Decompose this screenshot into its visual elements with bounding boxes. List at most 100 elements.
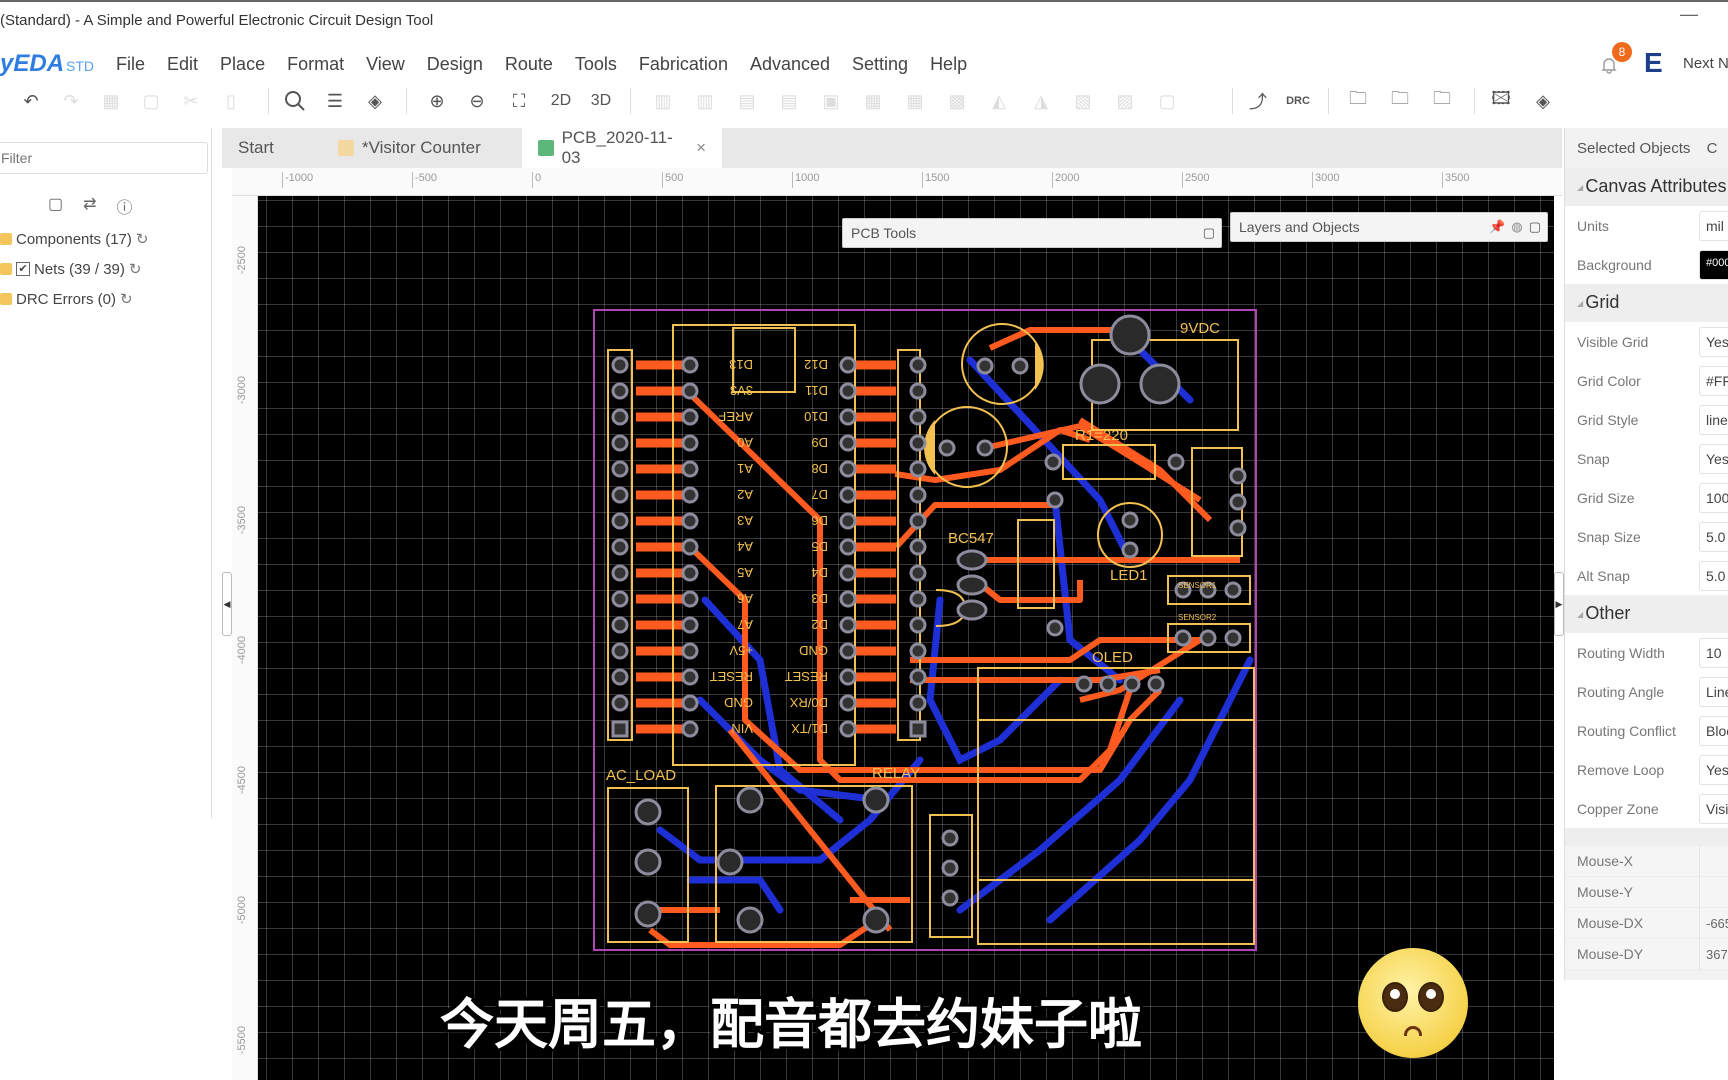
menu-view[interactable]: View — [355, 54, 416, 75]
zoom-out-icon[interactable]: ⊖ — [464, 88, 490, 114]
photo-view-icon[interactable]: 🖾 — [1488, 88, 1514, 114]
nets-tab-icon[interactable]: ⇄ — [83, 194, 96, 218]
tab-selected-objects[interactable]: Selected Objects — [1577, 140, 1690, 157]
menu-setting[interactable]: Setting — [841, 54, 919, 75]
align-center-icon[interactable]: ▣ — [818, 88, 844, 114]
property-value-field[interactable]: 5.0 — [1699, 561, 1728, 591]
property-value-field[interactable]: Block — [1699, 716, 1728, 746]
import-icon[interactable]: 🗀 — [1429, 88, 1455, 114]
header-pad — [909, 512, 927, 530]
refresh-icon[interactable]: ↻ — [120, 290, 133, 308]
property-label: Visible Grid — [1577, 333, 1649, 350]
property-value-field[interactable]: 5.0 — [1699, 522, 1728, 552]
align-grid-icon[interactable]: ▩ — [944, 88, 970, 114]
menu-file[interactable]: File — [105, 54, 156, 75]
nets-checkbox[interactable]: ✔ — [16, 262, 30, 276]
property-value-field[interactable]: Yes — [1699, 327, 1728, 357]
menu-route[interactable]: Route — [494, 54, 564, 75]
layers-panel[interactable]: Layers and Objects 📌 ◍ ▢ — [1230, 212, 1548, 242]
align-bottom-icon[interactable]: ▤ — [776, 88, 802, 114]
tab-start[interactable]: Start — [222, 128, 290, 168]
tab-pcb[interactable]: PCB_2020-11-03 × — [522, 128, 722, 168]
property-value-field[interactable]: 100 — [1699, 483, 1728, 513]
property-value-field[interactable]: Yes — [1699, 444, 1728, 474]
search-icon[interactable] — [282, 88, 308, 114]
refresh-icon[interactable]: ↻ — [136, 230, 149, 248]
property-value-field[interactable]: #FFFFFF — [1699, 366, 1728, 396]
menu-place[interactable]: Place — [209, 54, 276, 75]
maximize-icon[interactable]: ▢ — [1529, 219, 1541, 235]
cut-icon[interactable]: ✂ — [178, 88, 204, 114]
header-pad — [681, 720, 699, 738]
tree-item-drc-errors[interactable]: DRC Errors (0) ↻ — [0, 284, 148, 314]
menu-fabrication[interactable]: Fabrication — [628, 54, 739, 75]
pcb-tools-panel[interactable]: PCB Tools ▢ — [842, 218, 1222, 248]
fit-icon[interactable]: ⛶ — [506, 88, 532, 114]
pcb-canvas[interactable]: D13 D12 3V3 D11 AREF D10 A0 D9 A1 D8 A2 D7 A3 D6 A4 D5 A… — [258, 196, 1554, 1080]
property-value-field[interactable]: Yes — [1699, 755, 1728, 785]
undo-icon[interactable]: ↶ — [18, 88, 44, 114]
maximize-icon[interactable]: ▢ — [1203, 225, 1215, 241]
info-tab-icon[interactable]: ⓘ — [117, 194, 133, 218]
paste-icon[interactable]: ▢ — [138, 88, 164, 114]
find-text-icon[interactable]: ☰ — [322, 88, 348, 114]
ungroup-icon[interactable]: ▨ — [1112, 88, 1138, 114]
flip-icon[interactable]: ◮ — [1028, 88, 1054, 114]
rotate-icon[interactable]: ◭ — [986, 88, 1012, 114]
property-value-field[interactable]: Visible — [1699, 794, 1728, 824]
lock-icon[interactable]: ▢ — [1154, 88, 1180, 114]
tab-label: Start — [238, 138, 274, 157]
distribute-v-icon[interactable]: ▦ — [902, 88, 928, 114]
clear-icon[interactable]: ◈ — [362, 88, 388, 114]
property-value-field[interactable]: line — [1699, 405, 1728, 435]
menu-help[interactable]: Help — [919, 54, 978, 75]
collapse-right-panel-button[interactable]: ▶ — [1554, 572, 1564, 636]
property-row: Grid Size 100 — [1565, 478, 1728, 517]
section-header[interactable]: Grid — [1565, 284, 1728, 322]
property-value-field[interactable]: #000000 — [1699, 250, 1728, 280]
drc-icon[interactable]: DRC — [1285, 88, 1311, 114]
section-header[interactable]: Other — [1565, 595, 1728, 633]
components-tab-icon[interactable]: ▢ — [48, 194, 63, 218]
refresh-icon[interactable]: ↻ — [129, 260, 142, 278]
tree-item-nets[interactable]: ✔ Nets (39 / 39) ↻ — [0, 254, 148, 284]
pin-icon[interactable]: 📌 — [1489, 219, 1505, 235]
export-bom-icon[interactable]: 🗀 — [1345, 88, 1371, 114]
delete-icon[interactable]: ▯ — [218, 88, 244, 114]
layers-icon[interactable]: ◈ — [1530, 88, 1556, 114]
tree-item-label: DRC Errors (0) — [16, 290, 116, 308]
section-header[interactable]: Canvas Attributes — [1565, 168, 1728, 206]
view-3d-button[interactable]: 3D — [588, 88, 614, 114]
header-pad — [681, 590, 699, 608]
property-value-field[interactable]: 10 — [1699, 638, 1728, 668]
align-top-icon[interactable]: ▤ — [734, 88, 760, 114]
filter-input[interactable] — [0, 142, 208, 174]
group-icon[interactable]: ▧ — [1070, 88, 1096, 114]
property-value-field[interactable]: mil — [1699, 211, 1728, 241]
redo-icon[interactable]: ↷ — [58, 88, 84, 114]
copy-icon[interactable]: ▦ — [98, 88, 124, 114]
tab-other[interactable]: C — [1707, 140, 1718, 157]
tab-visitor-counter[interactable]: *Visitor Counter — [322, 128, 497, 168]
user-label[interactable]: Next N — [1683, 55, 1728, 72]
align-left-icon[interactable]: ▥ — [650, 88, 676, 114]
distribute-icon[interactable]: ▦ — [860, 88, 886, 114]
menu-advanced[interactable]: Advanced — [739, 54, 841, 75]
menu-edit[interactable]: Edit — [156, 54, 209, 75]
view-2d-button[interactable]: 2D — [548, 88, 574, 114]
menu-format[interactable]: Format — [276, 54, 355, 75]
minimize-button[interactable]: — — [1680, 4, 1698, 25]
ruler-tick-label: 1500 — [922, 172, 949, 188]
close-icon[interactable]: × — [696, 138, 706, 158]
tree-item-components[interactable]: Components (17) ↻ — [0, 224, 148, 254]
route-icon[interactable]: ⤴ — [1245, 88, 1271, 114]
account-logo[interactable]: E — [1644, 47, 1663, 79]
collapse-left-panel-button[interactable]: ◀ — [222, 572, 232, 636]
export-gerber-icon[interactable]: 🗀 — [1387, 88, 1413, 114]
align-right-icon[interactable]: ▥ — [692, 88, 718, 114]
menu-design[interactable]: Design — [416, 54, 494, 75]
menu-tools[interactable]: Tools — [564, 54, 628, 75]
property-value-field[interactable]: Line — [1699, 677, 1728, 707]
zoom-in-icon[interactable]: ⊕ — [424, 88, 450, 114]
settings-icon[interactable]: ◍ — [1511, 219, 1522, 235]
